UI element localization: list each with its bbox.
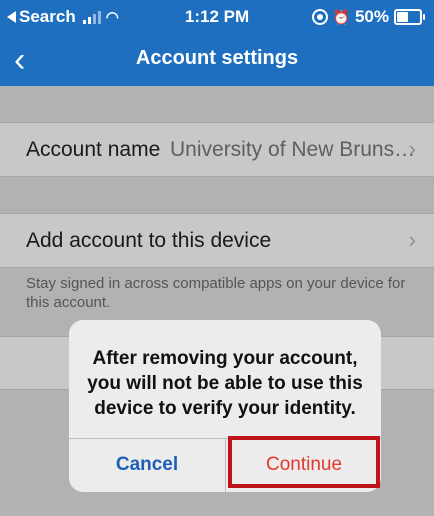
navigation-bar: ‹ Account settings [0, 40, 434, 86]
account-name-label: Account name [26, 138, 161, 161]
dialog-message: After removing your account, you will no… [69, 346, 381, 421]
chevron-right-icon: › [408, 136, 416, 161]
page-title: Account settings [135, 47, 299, 69]
add-account-note: Stay signed in across compatible apps on… [26, 275, 406, 311]
status-right: ⏰ 50% [311, 7, 425, 27]
alarm-icon: ⏰ [332, 8, 350, 25]
continue-highlight-box [228, 436, 380, 488]
account-name-row[interactable]: Account name University of New Bruns… › [0, 122, 434, 177]
cancel-button[interactable]: Cancel [69, 438, 225, 492]
top-bar: Search ◠ 1:12 PM ⏰ 50% ‹ Account setting… [0, 0, 434, 86]
battery-icon [394, 9, 425, 25]
status-bar: Search ◠ 1:12 PM ⏰ 50% [0, 0, 434, 40]
dialog-message-line: you will not be able to use this [87, 373, 363, 394]
add-account-row[interactable]: Add account to this device › [0, 213, 434, 268]
account-name-value: University of New Bruns… [170, 138, 416, 161]
add-account-label: Add account to this device [26, 229, 272, 252]
dialog-message-line: After removing your account, [92, 348, 358, 369]
orientation-lock-icon [311, 9, 328, 25]
dialog-message-line: device to verify your identity. [94, 398, 356, 419]
battery-percent: 50% [354, 7, 389, 26]
chevron-right-icon: › [408, 227, 416, 252]
